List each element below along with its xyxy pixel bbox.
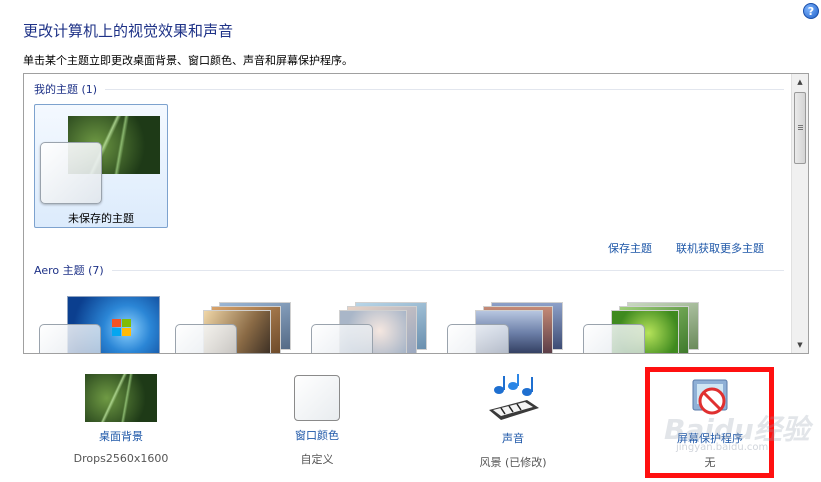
sound-label[interactable]: 声音 xyxy=(453,430,573,446)
page-title: 更改计算机上的视觉效果和声音 xyxy=(23,22,234,40)
scroll-grip-line xyxy=(798,125,803,126)
theme-window-color-swatch xyxy=(39,324,101,353)
get-more-themes-online-link[interactable]: 联机获取更多主题 xyxy=(676,240,764,256)
group-divider xyxy=(105,88,784,90)
sound-setting[interactable]: 声音 风景 (已修改) xyxy=(453,372,573,470)
theme-window-color-swatch xyxy=(175,324,237,353)
desktop-background-value: Drops2560x1600 xyxy=(73,452,169,465)
sound-value: 风景 (已修改) xyxy=(479,456,547,469)
theme-tile-unsaved[interactable]: 未保存的主题 xyxy=(34,104,168,228)
desktop-background-label[interactable]: 桌面背景 xyxy=(61,428,181,444)
window-color-swatch-icon xyxy=(294,375,340,421)
aero-theme-tile[interactable] xyxy=(583,296,708,353)
desktop-background-setting[interactable]: 桌面背景 Drops2560x1600 xyxy=(61,372,181,465)
group-divider xyxy=(111,269,784,271)
window-color-setting[interactable]: 窗口颜色 自定义 xyxy=(257,372,377,467)
sound-notes-icon xyxy=(477,374,549,424)
page-subtitle: 单击某个主题立即更改桌面背景、窗口颜色、声音和屏幕保护程序。 xyxy=(23,54,353,67)
theme-window-color-swatch xyxy=(311,324,373,353)
aero-theme-tile[interactable] xyxy=(39,296,164,353)
theme-list-panel: 我的主题 (1) 未保存的主题 保存主题 联机获取更多主题 Aero 主题 (7… xyxy=(23,73,809,354)
theme-tile-label: 未保存的主题 xyxy=(68,212,134,225)
scroll-grip-line xyxy=(798,127,803,128)
help-icon[interactable]: ? xyxy=(803,3,819,19)
windows-logo-icon xyxy=(112,319,131,336)
save-theme-link[interactable]: 保存主题 xyxy=(608,240,652,256)
scroll-thumb[interactable] xyxy=(794,92,806,164)
scroll-down-arrow-icon[interactable]: ▼ xyxy=(792,337,808,353)
window-color-label[interactable]: 窗口颜色 xyxy=(257,427,377,443)
theme-window-color-swatch xyxy=(583,324,645,353)
aero-themes-header-label: Aero 主题 (7) xyxy=(34,264,104,277)
my-themes-header-label: 我的主题 (1) xyxy=(34,83,98,96)
theme-window-color-swatch xyxy=(447,324,509,353)
theme-window-color-swatch xyxy=(40,142,102,204)
highlight-red-frame xyxy=(645,367,774,478)
window-color-value: 自定义 xyxy=(300,453,334,466)
desktop-background-thumbnail xyxy=(85,374,157,422)
aero-theme-tile[interactable] xyxy=(447,296,572,353)
aero-themes-group-header: Aero 主题 (7) xyxy=(34,262,784,278)
theme-list-scrollbar[interactable]: ▲ ▼ xyxy=(791,74,808,353)
aero-theme-tile[interactable] xyxy=(311,296,436,353)
scroll-up-arrow-icon[interactable]: ▲ xyxy=(792,74,808,90)
my-themes-group-header: 我的主题 (1) xyxy=(34,81,784,97)
aero-theme-tile[interactable] xyxy=(175,296,300,353)
scroll-grip-line xyxy=(798,129,803,130)
